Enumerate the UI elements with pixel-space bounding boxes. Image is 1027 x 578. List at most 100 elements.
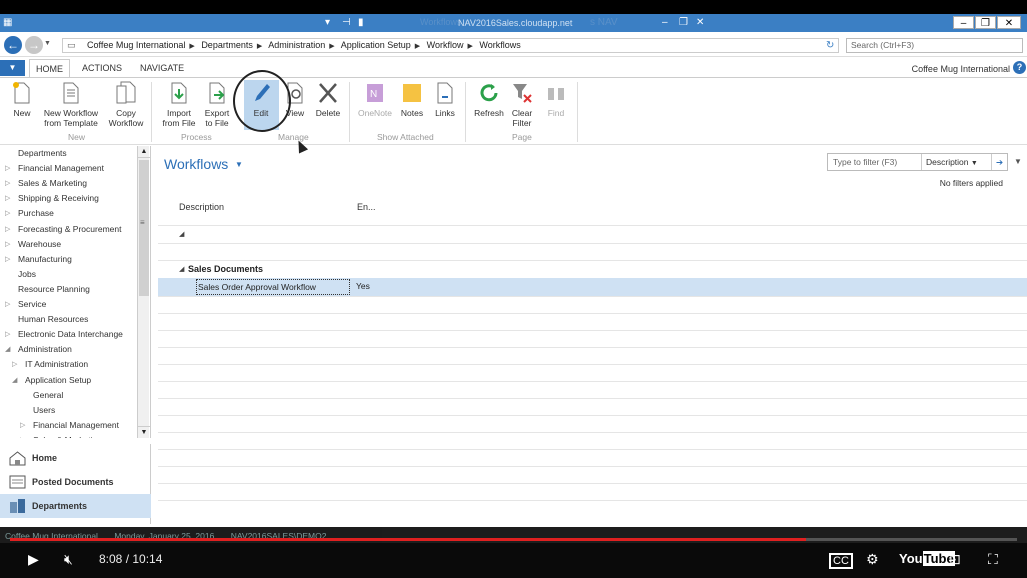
filter-input[interactable]: Type to filter (F3) [833, 157, 897, 167]
clear-filter-button[interactable]: Clear Filter [508, 81, 536, 128]
history-dropdown-icon[interactable]: ▼ [44, 40, 51, 47]
copy-label-1: Copy [116, 108, 136, 118]
sidebar-item[interactable]: Forecasting & Procurement [18, 224, 121, 234]
delete-button[interactable]: Delete [313, 81, 343, 118]
collapsed-arrow-icon[interactable]: ▷ [5, 209, 10, 217]
restore-icon[interactable]: ❐ [679, 17, 688, 28]
copy-workflow-button[interactable]: Copy Workflow [106, 81, 146, 128]
group-collapse-icon[interactable]: ◢ [179, 265, 184, 273]
collapse-filter-icon[interactable]: ▼ [1014, 157, 1022, 166]
refresh-icon[interactable]: ↻ [826, 40, 834, 51]
cast-icon[interactable]: ⊡ [949, 551, 961, 568]
collapsed-arrow-icon[interactable]: ▷ [20, 436, 25, 438]
sidebar-item[interactable]: Sales & Marketing [18, 178, 87, 188]
sidebar-item[interactable]: IT Administration [25, 359, 88, 369]
sidebar-item[interactable]: General [33, 390, 63, 400]
collapsed-arrow-icon[interactable]: ▷ [5, 255, 10, 263]
fullscreen-icon[interactable]: ⛶ [988, 551, 998, 568]
sidebar-item[interactable]: Departments [18, 148, 67, 158]
search-input[interactable]: Search (Ctrl+F3) [846, 38, 1023, 53]
sidebar-scrollbar[interactable]: ▲ ≡ ▼ [137, 146, 150, 438]
column-header-description[interactable]: Description [179, 202, 224, 212]
breadcrumb[interactable]: ▭ Coffee Mug International ▶ Departments ▶… [62, 38, 839, 53]
sidebar-item[interactable]: Jobs [18, 269, 36, 279]
new-workflow-from-template-button[interactable]: New Workflow from Template [40, 81, 102, 128]
import-from-file-button[interactable]: Import from File [160, 81, 198, 128]
title-dropdown-icon[interactable]: ▼ [235, 160, 243, 169]
chevron-down-icon[interactable]: ▾ [325, 17, 330, 28]
sidebar-item[interactable]: Manufacturing [18, 254, 72, 264]
expanded-arrow-icon[interactable]: ◢ [5, 345, 10, 353]
find-button[interactable]: Find [542, 81, 570, 118]
window-close-button[interactable]: ✕ [997, 16, 1021, 29]
group-collapse-icon[interactable]: ◢ [179, 230, 184, 238]
expanded-arrow-icon[interactable]: ◢ [12, 376, 17, 384]
cell-description[interactable]: Sales Order Approval Workflow [196, 279, 350, 295]
sidebar-item[interactable]: Resource Planning [18, 284, 90, 294]
collapsed-arrow-icon[interactable]: ▷ [5, 179, 10, 187]
collapsed-arrow-icon[interactable]: ▷ [12, 360, 17, 368]
scroll-down-icon[interactable]: ▼ [138, 426, 150, 438]
tab-actions[interactable]: ACTIONS [82, 63, 122, 73]
breadcrumb-item[interactable]: Departments [201, 40, 253, 50]
links-button[interactable]: Links [432, 81, 458, 118]
sidebar-item[interactable]: Users [33, 405, 55, 415]
settings-icon[interactable]: ⚙ [866, 551, 879, 568]
refresh-button[interactable]: Refresh [472, 81, 506, 118]
nav-home-button[interactable]: Home [0, 446, 151, 470]
sidebar-item[interactable]: Administration [18, 344, 72, 354]
collapsed-arrow-icon[interactable]: ▷ [5, 300, 10, 308]
scroll-up-icon[interactable]: ▲ [138, 146, 150, 158]
collapsed-arrow-icon[interactable]: ▷ [5, 164, 10, 172]
onenote-button[interactable]: N OneNote [355, 81, 395, 118]
export-to-file-button[interactable]: Export to File [201, 81, 233, 128]
collapsed-arrow-icon[interactable]: ▷ [5, 330, 10, 338]
captions-icon[interactable]: CC [829, 553, 853, 569]
sidebar-item[interactable]: Purchase [18, 208, 54, 218]
collapsed-arrow-icon[interactable]: ▷ [5, 194, 10, 202]
sidebar-item[interactable]: Service [18, 299, 46, 309]
play-icon[interactable]: ▶ [28, 551, 39, 568]
sidebar-item[interactable]: Electronic Data Interchange [18, 329, 123, 339]
window-minimize-button[interactable]: – [953, 16, 974, 29]
sidebar-item[interactable]: Financial Management [18, 163, 104, 173]
sidebar-item[interactable]: Warehouse [18, 239, 61, 249]
notes-button[interactable]: Notes [398, 81, 426, 118]
forward-button[interactable]: → [25, 36, 43, 54]
new-button[interactable]: New [10, 81, 34, 118]
collapsed-arrow-icon[interactable]: ▷ [5, 240, 10, 248]
back-button[interactable]: ← [4, 36, 22, 54]
breadcrumb-item[interactable]: Workflows [479, 40, 520, 50]
sidebar-item[interactable]: Financial Management [33, 420, 119, 430]
sidebar-item[interactable]: Shipping & Receiving [18, 193, 99, 203]
app-menu-button[interactable]: ▼ [0, 60, 25, 76]
breadcrumb-item[interactable]: Administration [268, 40, 325, 50]
find-label: Find [547, 108, 565, 118]
filter-apply-icon[interactable]: ➔ [991, 154, 1007, 170]
breadcrumb-item[interactable]: Coffee Mug International [87, 40, 185, 50]
sidebar-item[interactable]: Human Resources [18, 314, 88, 324]
tab-navigate[interactable]: NAVIGATE [140, 63, 184, 73]
collapsed-arrow-icon[interactable]: ▷ [5, 225, 10, 233]
help-icon[interactable]: ? [1013, 61, 1026, 74]
youtube-logo-icon[interactable]: YouTube [899, 551, 955, 566]
scroll-thumb[interactable] [139, 160, 149, 296]
nav-departments-button[interactable]: Departments [0, 494, 151, 518]
sidebar-item[interactable]: Sales & Marketing [33, 435, 102, 438]
breadcrumb-item[interactable]: Workflow [427, 40, 464, 50]
video-progress-bar[interactable] [10, 538, 1017, 541]
filter-field-select[interactable]: Description ▼ [921, 154, 991, 170]
window-restore-button[interactable]: ❐ [975, 16, 996, 29]
close-icon[interactable]: ✕ [696, 17, 704, 28]
pin-icon[interactable]: ⊣ [342, 17, 351, 28]
cell-enabled[interactable]: Yes [356, 281, 370, 291]
collapsed-arrow-icon[interactable]: ▷ [20, 421, 25, 429]
page-title[interactable]: Workflows [164, 156, 228, 172]
column-header-enabled[interactable]: En... [357, 202, 376, 212]
sidebar-item[interactable]: Application Setup [25, 375, 91, 385]
mute-icon[interactable]: 🔇︎ [64, 551, 73, 568]
nav-posted-documents-button[interactable]: Posted Documents [0, 470, 151, 494]
minimize-icon[interactable]: – [662, 17, 668, 28]
breadcrumb-item[interactable]: Application Setup [341, 40, 411, 50]
tab-home[interactable]: HOME [29, 59, 70, 78]
